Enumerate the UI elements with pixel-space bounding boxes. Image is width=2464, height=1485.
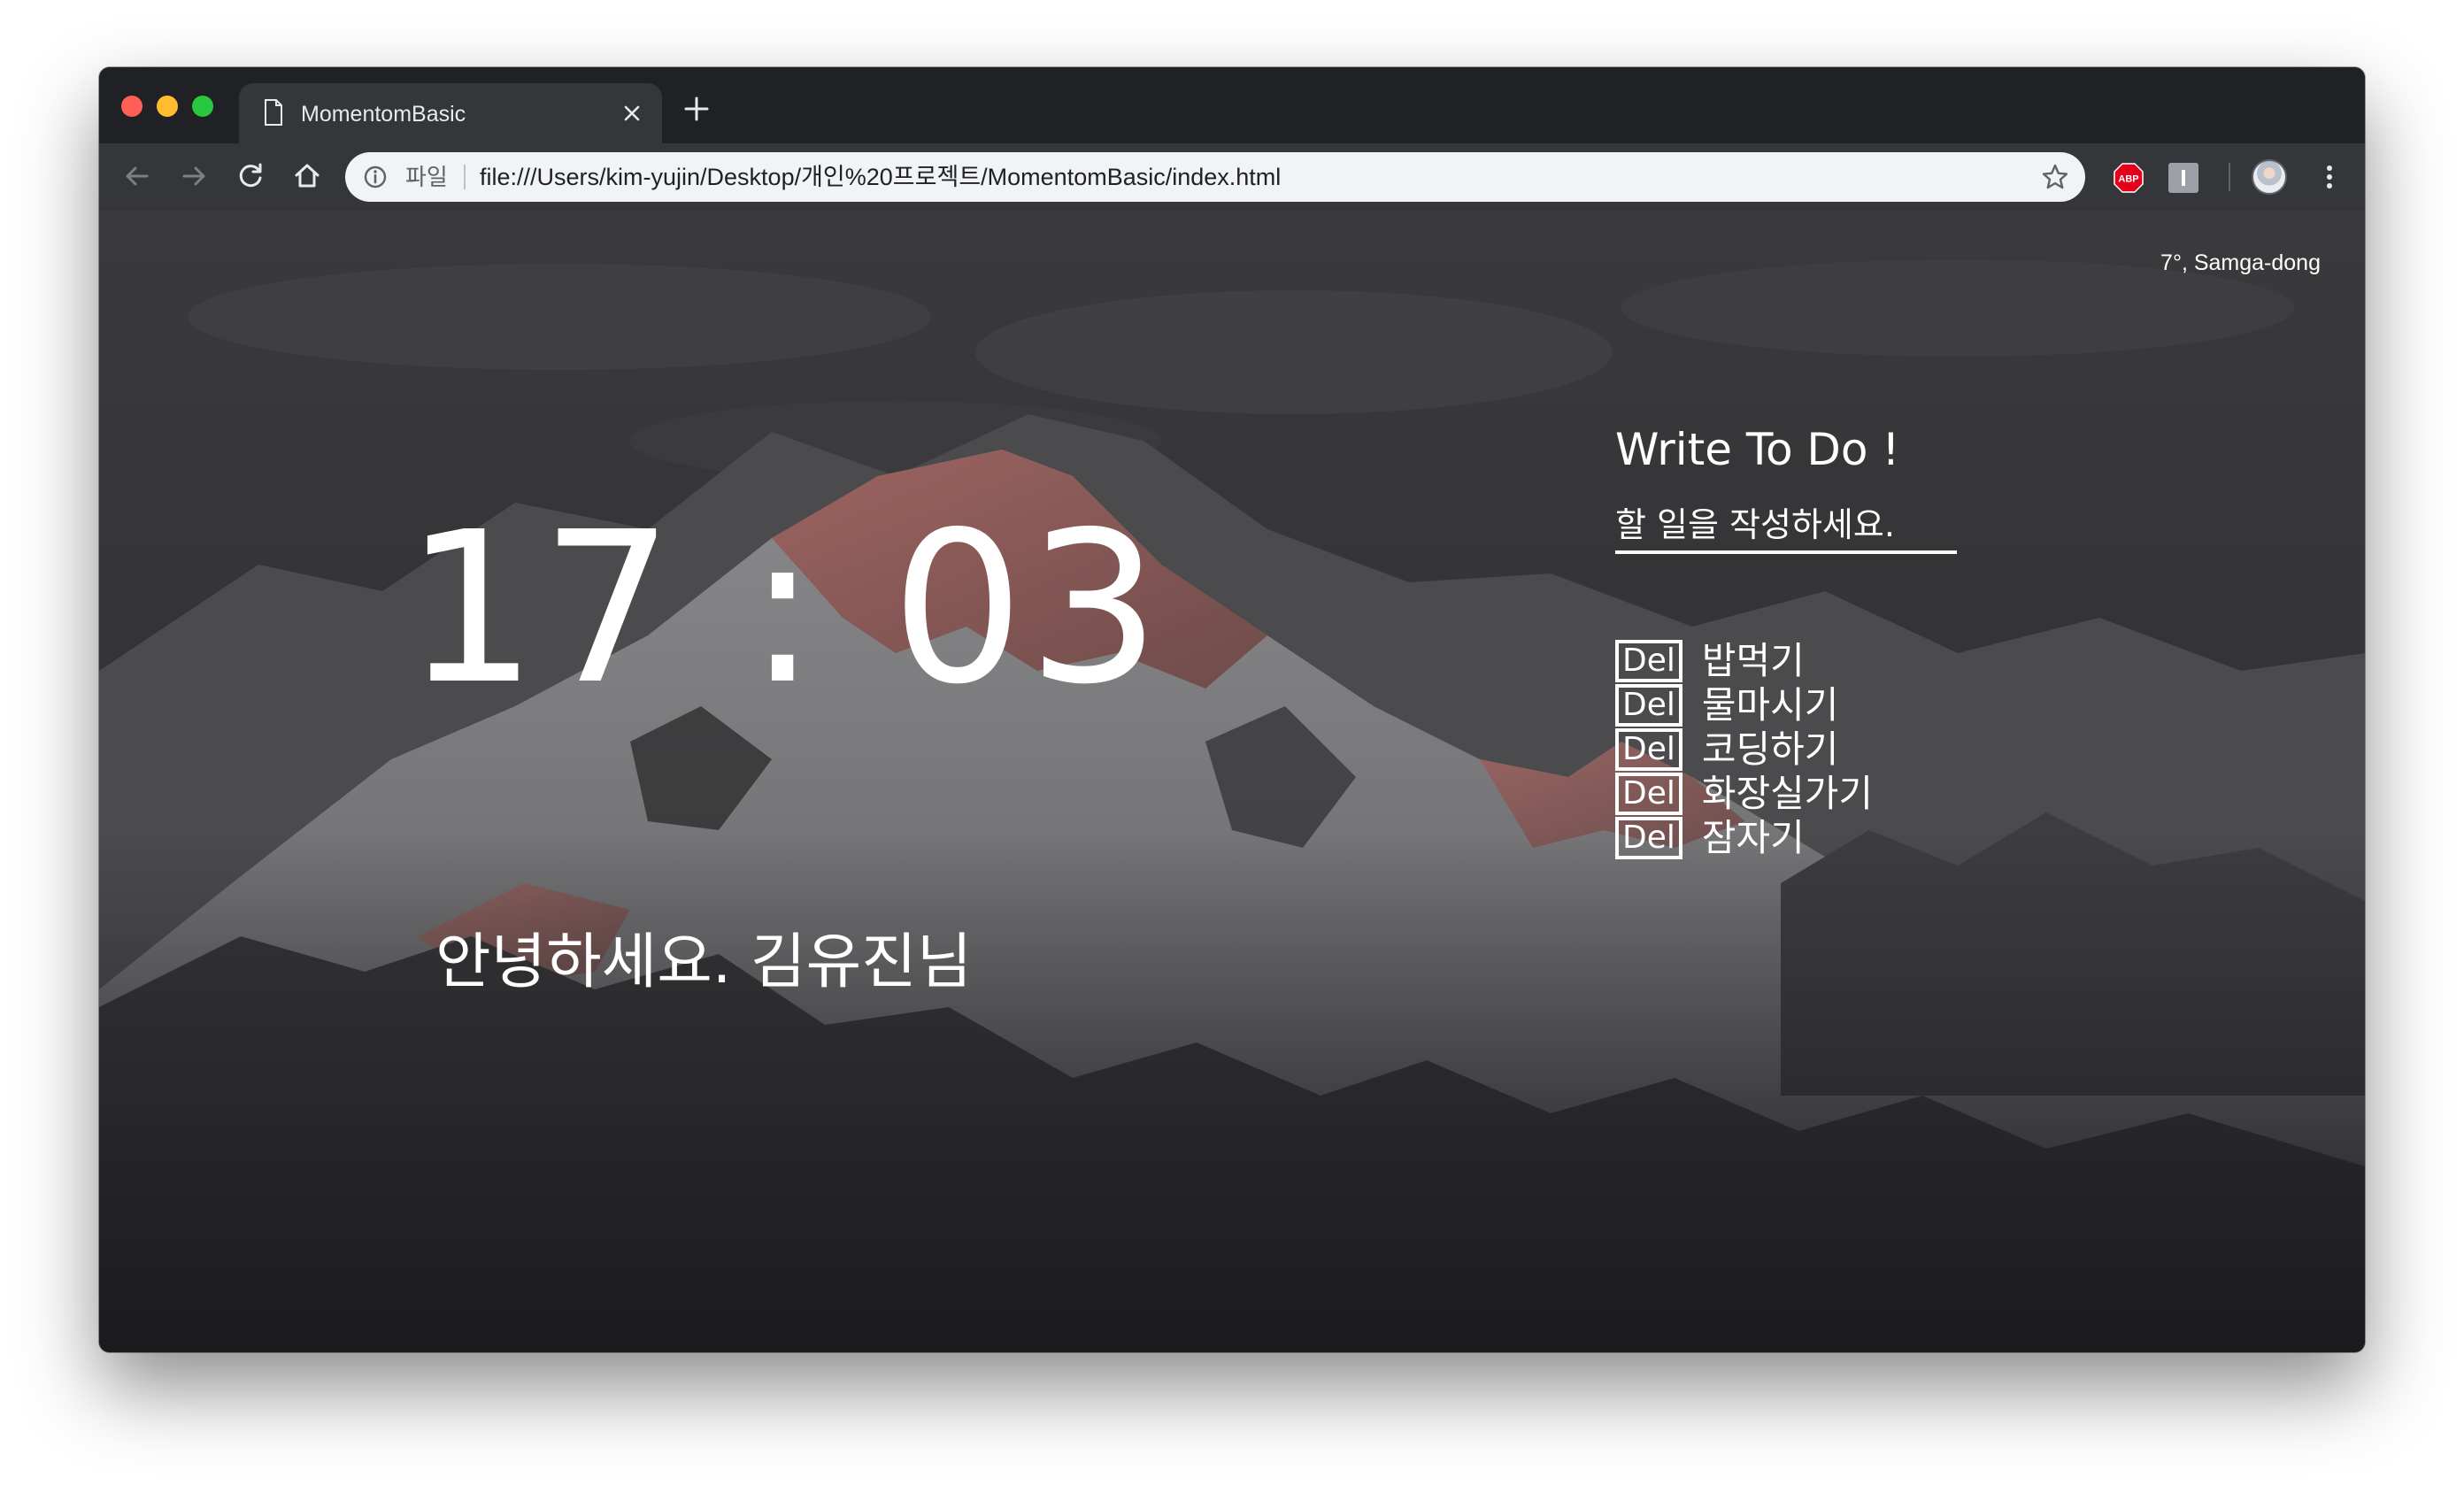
- arrow-right-icon[interactable]: [177, 159, 211, 193]
- reload-icon[interactable]: [234, 159, 267, 193]
- document-icon: [265, 99, 282, 126]
- tab-title: MomentomBasic: [301, 102, 466, 127]
- clock-time: 17 : 03: [404, 487, 1165, 730]
- delete-button[interactable]: Del: [1615, 728, 1682, 771]
- list-item: Del 코딩하기: [1615, 727, 1873, 772]
- todo-list: Del 밥먹기 Del 물마시기 Del 코딩하기 Del 화장실가기 Del …: [1615, 639, 1873, 860]
- todo-item-text: 코딩하기: [1701, 727, 1839, 771]
- list-item: Del 물마시기: [1615, 683, 1873, 727]
- omnibox-divider: [464, 165, 466, 189]
- todo-item-text: 밥먹기: [1701, 639, 1805, 682]
- list-item: Del 화장실가기: [1615, 772, 1873, 816]
- star-icon[interactable]: [2041, 163, 2069, 191]
- window-minimize-button[interactable]: [157, 96, 178, 117]
- delete-button[interactable]: Del: [1615, 773, 1682, 815]
- avatar[interactable]: [2252, 159, 2287, 195]
- list-item: Del 잠자기: [1615, 816, 1873, 860]
- mountain-background-image: [99, 211, 2365, 1352]
- list-item: Del 밥먹기: [1615, 639, 1873, 683]
- close-icon[interactable]: [621, 103, 643, 124]
- todo-item-text: 잠자기: [1701, 816, 1805, 859]
- plus-icon[interactable]: [683, 96, 710, 122]
- extension-glyph: [2182, 170, 2185, 186]
- window-close-button[interactable]: [121, 96, 142, 117]
- toolbar-divider: [2229, 163, 2230, 191]
- delete-button[interactable]: Del: [1615, 684, 1682, 727]
- scheme-label: 파일: [405, 164, 448, 190]
- home-icon[interactable]: [290, 159, 324, 193]
- more-vertical-icon[interactable]: [2321, 161, 2338, 193]
- window-maximize-button[interactable]: [192, 96, 213, 117]
- todo-item-text: 물마시기: [1701, 683, 1839, 727]
- tab-strip: MomentomBasic: [99, 67, 2365, 143]
- info-icon[interactable]: [363, 165, 388, 189]
- todo-input[interactable]: [1615, 503, 1957, 554]
- todo-title: Write To Do !: [1615, 424, 1900, 475]
- extension-icon[interactable]: [2168, 163, 2198, 193]
- delete-button[interactable]: Del: [1615, 640, 1682, 682]
- tab-momentombasic[interactable]: MomentomBasic: [239, 83, 662, 143]
- url-text[interactable]: file:///Users/kim-yujin/Desktop/개인%20프로젝…: [480, 163, 1281, 191]
- address-bar[interactable]: 파일 file:///Users/kim-yujin/Desktop/개인%20…: [345, 152, 2085, 202]
- page-viewport: 7°, Samga-dong 17 : 03 안녕하세요. 김유진님 Write…: [99, 211, 2365, 1352]
- browser-toolbar: 파일 file:///Users/kim-yujin/Desktop/개인%20…: [99, 143, 2365, 212]
- browser-window: MomentomBasic 파일 file:///Users/kim-yujin…: [99, 67, 2365, 1352]
- weather-info: 7°, Samga-dong: [2160, 250, 2321, 275]
- delete-button[interactable]: Del: [1615, 817, 1682, 859]
- todo-item-text: 화장실가기: [1701, 772, 1874, 815]
- adblock-plus-icon[interactable]: ABP: [2114, 163, 2144, 193]
- arrow-left-icon[interactable]: [120, 159, 154, 193]
- greeting-text: 안녕하세요. 김유진님: [435, 927, 973, 997]
- extension-badge: ABP: [2118, 174, 2138, 185]
